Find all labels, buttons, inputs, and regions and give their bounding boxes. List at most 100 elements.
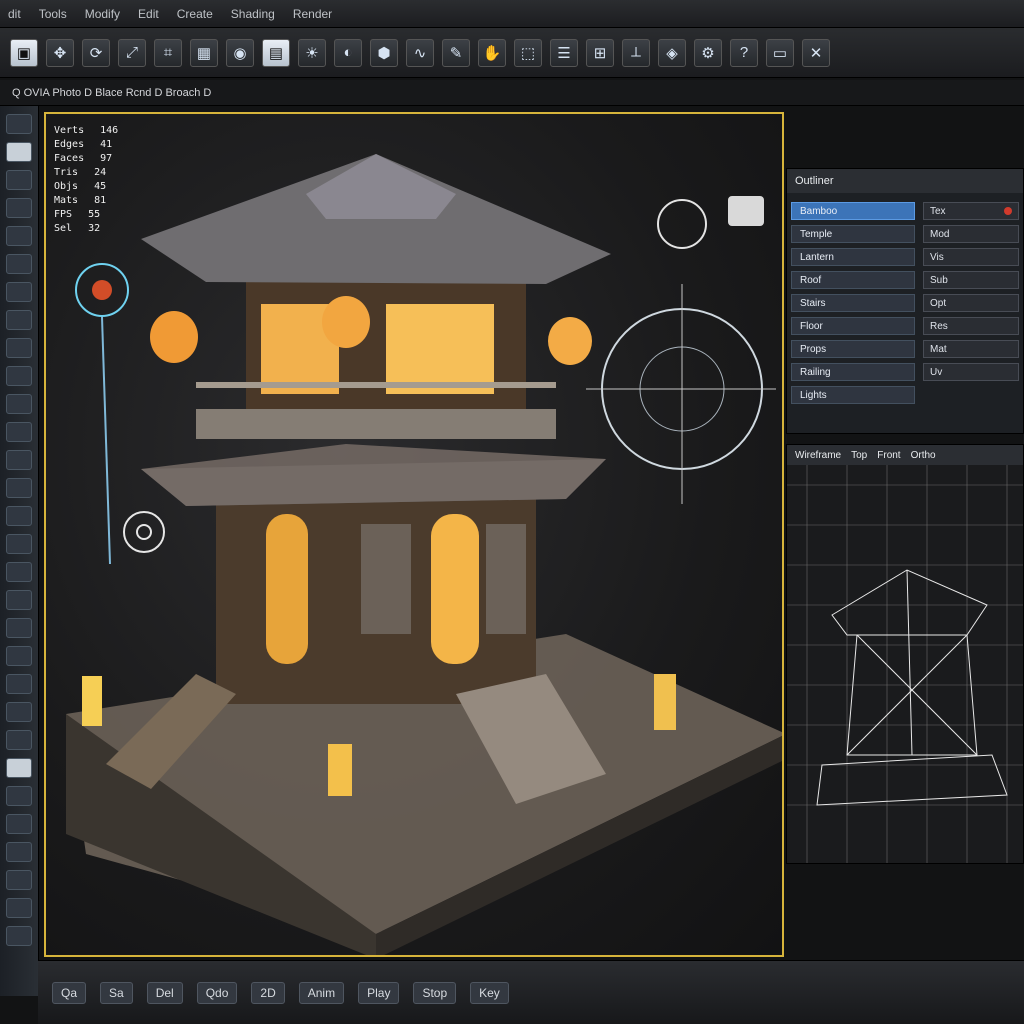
help-icon[interactable]: ? <box>730 38 758 67</box>
rotate-icon[interactable]: ⟳ <box>82 38 110 67</box>
material-icon[interactable]: ◐ <box>334 38 362 67</box>
left-tool-button[interactable] <box>6 478 32 498</box>
left-tool-button[interactable] <box>6 338 32 358</box>
outliner-item[interactable]: Stairs <box>791 294 915 312</box>
left-tool-strip <box>0 106 39 996</box>
left-tool-button[interactable] <box>6 142 32 162</box>
timeline-button[interactable]: Del <box>146 981 183 1004</box>
left-tool-button[interactable] <box>6 506 32 526</box>
light-icon[interactable]: ☀ <box>298 38 326 67</box>
left-tool-button[interactable] <box>6 198 32 218</box>
left-tool-button[interactable] <box>6 590 32 610</box>
menu-item-modify[interactable]: Modify <box>85 7 120 21</box>
left-tool-button[interactable] <box>6 926 32 946</box>
outliner-item[interactable]: Railing <box>791 363 915 381</box>
status-dot <box>1004 207 1012 215</box>
move-icon[interactable]: ✥ <box>46 38 74 67</box>
property-row[interactable]: Res <box>923 317 1019 335</box>
measure-icon[interactable]: ⟂ <box>622 38 650 67</box>
left-tool-button[interactable] <box>6 394 32 414</box>
snap-grid-icon[interactable]: ⊞ <box>586 38 614 67</box>
property-row[interactable]: Vis <box>923 248 1019 266</box>
menu-item-tools[interactable]: Tools <box>39 7 67 21</box>
left-tool-button[interactable] <box>6 786 32 806</box>
physics-icon[interactable]: ◈ <box>658 38 686 67</box>
left-tool-button[interactable] <box>6 730 32 750</box>
sculpt-icon[interactable]: ✋ <box>478 38 506 67</box>
paint-icon[interactable]: ✎ <box>442 38 470 67</box>
left-tool-button[interactable] <box>6 366 32 386</box>
left-tool-button[interactable] <box>6 422 32 442</box>
left-tool-button[interactable] <box>6 842 32 862</box>
property-row[interactable]: Mat <box>923 340 1019 358</box>
menu-item-render[interactable]: Render <box>293 7 332 21</box>
left-tool-button[interactable] <box>6 758 32 778</box>
property-row[interactable]: Mod <box>923 225 1019 243</box>
timeline-button[interactable]: Key <box>470 981 509 1004</box>
tab-front[interactable]: Front <box>877 450 900 461</box>
wireframe-panel[interactable]: Wireframe Top Front Ortho <box>786 444 1024 864</box>
left-tool-button[interactable] <box>6 534 32 554</box>
left-tool-button[interactable] <box>6 898 32 918</box>
left-tool-button[interactable] <box>6 702 32 722</box>
wireframe-header: Wireframe Top Front Ortho <box>787 445 1023 465</box>
left-tool-button[interactable] <box>6 450 32 470</box>
timeline-button[interactable]: Sa <box>100 981 133 1004</box>
uv-icon[interactable]: ⬚ <box>514 38 542 67</box>
lower-hall <box>216 494 536 704</box>
left-tool-button[interactable] <box>6 310 32 330</box>
menu-item-create[interactable]: Create <box>177 7 213 21</box>
property-row[interactable]: Uv <box>923 363 1019 381</box>
timeline-button[interactable]: 2D <box>251 981 285 1004</box>
outliner-item[interactable]: Bamboo <box>791 202 915 220</box>
timeline-button[interactable]: Play <box>358 981 400 1004</box>
property-row[interactable]: Tex <box>923 202 1019 220</box>
property-row[interactable]: Sub <box>923 271 1019 289</box>
timeline-button[interactable]: Anim <box>298 981 345 1004</box>
3d-viewport[interactable]: Verts 146 Edges 41 Faces 97 Tris 24 Objs 45 M… <box>44 112 784 957</box>
select-icon[interactable]: ▣ <box>10 38 38 67</box>
outliner-item[interactable]: Floor <box>791 317 915 335</box>
timeline-button[interactable]: Stop <box>413 981 457 1004</box>
menu-bar: dit Tools Modify Edit Create Shading Ren… <box>0 0 1024 28</box>
lower-roof <box>141 444 606 506</box>
view-menu-bar: Q OVIA Photo D Blace Rcnd D Broach D <box>0 80 1024 106</box>
left-tool-button[interactable] <box>6 114 32 134</box>
mesh-icon[interactable]: ⬢ <box>370 38 398 67</box>
settings-icon[interactable]: ⚙ <box>694 38 722 67</box>
snap-icon[interactable]: ⌗ <box>154 38 182 67</box>
timeline-button[interactable]: Qa <box>52 981 87 1004</box>
close-icon[interactable]: ✕ <box>802 38 830 67</box>
render-icon[interactable]: ▤ <box>262 38 290 67</box>
left-tool-button[interactable] <box>6 282 32 302</box>
curve-icon[interactable]: ∿ <box>406 38 434 67</box>
menu-item-shading[interactable]: Shading <box>231 7 275 21</box>
left-tool-button[interactable] <box>6 674 32 694</box>
outliner-item[interactable]: Temple <box>791 225 915 243</box>
timeline-button[interactable]: Qdo <box>196 981 238 1004</box>
outliner-item[interactable]: Lights <box>791 386 915 404</box>
menu-item-edit[interactable]: Edit <box>138 7 159 21</box>
left-tool-button[interactable] <box>6 254 32 274</box>
left-tool-button[interactable] <box>6 170 32 190</box>
window-icon[interactable]: ▭ <box>766 38 794 67</box>
view-menu-label[interactable]: Q OVIA Photo D Blace Rcnd D Broach D <box>12 87 211 99</box>
layers-icon[interactable]: ☰ <box>550 38 578 67</box>
menu-item-dit[interactable]: dit <box>8 7 21 21</box>
property-row[interactable]: Opt <box>923 294 1019 312</box>
left-tool-button[interactable] <box>6 618 32 638</box>
left-tool-button[interactable] <box>6 870 32 890</box>
tab-ortho[interactable]: Ortho <box>911 450 936 461</box>
scale-icon[interactable]: ⤢ <box>118 38 146 67</box>
left-tool-button[interactable] <box>6 646 32 666</box>
tab-top[interactable]: Top <box>851 450 867 461</box>
left-tool-button[interactable] <box>6 562 32 582</box>
outliner-item[interactable]: Props <box>791 340 915 358</box>
left-tool-button[interactable] <box>6 814 32 834</box>
grid-icon[interactable]: ▦ <box>190 38 218 67</box>
outliner-item[interactable]: Lantern <box>791 248 915 266</box>
left-tool-button[interactable] <box>6 226 32 246</box>
camera-icon[interactable]: ◉ <box>226 38 254 67</box>
outliner-item[interactable]: Roof <box>791 271 915 289</box>
property-label: Vis <box>930 251 944 263</box>
